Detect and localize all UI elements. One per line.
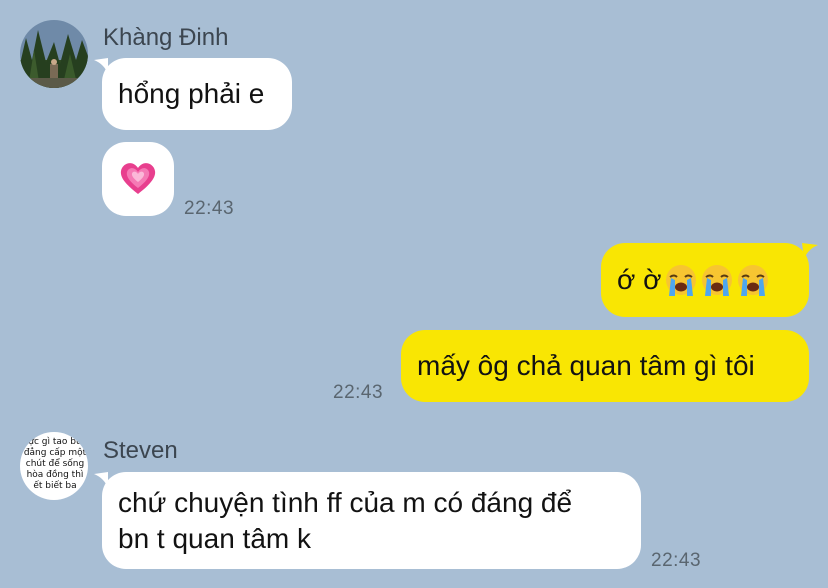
avatar-steven[interactable]: ực gì tao bu đẳng cấp một chút để sống h…	[20, 432, 88, 500]
avatar-text-line: đẳng cấp một	[23, 448, 87, 458]
avatar-khang-dinh[interactable]	[20, 20, 88, 88]
emoji-bubble[interactable]	[102, 142, 174, 216]
message-bubble[interactable]: ớ ờ	[601, 243, 809, 317]
bubble-tail	[802, 243, 818, 259]
crying-face-icon	[701, 265, 732, 296]
avatar-text-line: hòa đồng thì	[26, 470, 84, 480]
avatar-text-line: ết biết ba	[33, 481, 77, 491]
avatar-text-image: ực gì tao bu đẳng cấp một chút để sống h…	[22, 437, 88, 492]
message-timestamp: 22:43	[651, 550, 702, 571]
crying-face-icon	[737, 265, 768, 296]
message-text: mấy ôg chả quan tâm gì tôi	[417, 350, 755, 381]
message-bubble[interactable]: hổng phải e	[102, 58, 292, 130]
message-bubble[interactable]: mấy ôg chả quan tâm gì tôi	[401, 330, 809, 402]
message-text: ớ ờ	[617, 264, 662, 295]
avatar-text-line: ực gì tao bu	[28, 437, 82, 447]
message-bubble[interactable]: chứ chuyện tình ff của m có đáng để bn t…	[102, 472, 641, 569]
sender-name: Khàng Đinh	[103, 24, 229, 51]
avatar-text-line: chút để sống	[25, 459, 85, 469]
message-text-line: chứ chuyện tình ff của m có đáng để	[118, 486, 573, 518]
message-text-line: bn t quan tâm k	[118, 522, 312, 554]
sender-name: Steven	[103, 437, 178, 464]
message-timestamp: 22:43	[333, 382, 384, 403]
crying-face-icon	[665, 265, 696, 296]
pink-heart-icon	[120, 163, 156, 194]
message-timestamp: 22:43	[184, 198, 235, 219]
avatar-photo	[20, 20, 88, 88]
message-text: hổng phải e	[118, 78, 265, 109]
